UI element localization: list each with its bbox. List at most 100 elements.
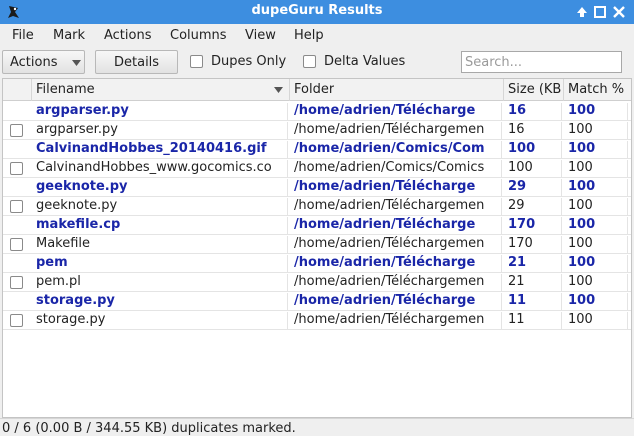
cell-size: 11 (508, 293, 562, 311)
maximize-icon[interactable] (592, 4, 608, 20)
cell-size: 16 (508, 103, 562, 121)
cell-size: 21 (508, 255, 562, 273)
chevron-down-icon (72, 60, 81, 66)
cell-folder: /home/adrien/Comics/Comics (294, 160, 502, 178)
table-row[interactable]: Makefile/home/adrien/Téléchargemen 170 100 (3, 235, 631, 254)
cell-size: 170 (508, 217, 562, 235)
table-row-reference[interactable]: argparser.py/home/adrien/Télécharge 16 100 (3, 102, 631, 121)
column-header-size[interactable]: Size (KB (504, 79, 564, 101)
details-button-label: Details (114, 55, 160, 70)
window-title: dupeGuru Results (251, 3, 383, 18)
cell-filename: makefile.cp (36, 217, 288, 235)
column-header-mark[interactable] (3, 79, 32, 101)
column-header-size-label: Size (KB (508, 82, 562, 97)
toolbar: Actions Details Dupes Only Delta Values (0, 48, 634, 78)
cell-folder: /home/adrien/Télécharge (294, 255, 502, 273)
sort-descending-icon (274, 87, 283, 93)
cell-folder: /home/adrien/Télécharge (294, 293, 502, 311)
cell-filename: geeknote.py (36, 179, 288, 197)
status-text: 0 / 6 (0.00 B / 344.55 KB) duplicates ma… (2, 421, 296, 436)
cell-folder: /home/adrien/Télécharge (294, 103, 502, 121)
status-bar: 0 / 6 (0.00 B / 344.55 KB) duplicates ma… (0, 418, 634, 436)
column-header-folder[interactable]: Folder (290, 79, 504, 101)
column-header-folder-label: Folder (294, 82, 335, 97)
menu-bar: File Mark Actions Columns View Help (0, 24, 634, 48)
column-header-match[interactable]: Match % (564, 79, 631, 101)
column-header-filename[interactable]: Filename (32, 79, 290, 101)
table-row[interactable]: geeknote.py/home/adrien/Téléchargemen 29 1… (3, 197, 631, 216)
cell-filename: Makefile (36, 236, 288, 254)
menu-view[interactable]: View (245, 28, 276, 43)
dupes-only-checkbox[interactable] (190, 55, 203, 68)
cell-size: 100 (508, 160, 562, 178)
cell-folder: /home/adrien/Téléchargemen (294, 198, 502, 216)
delta-values-checkbox[interactable] (303, 55, 316, 68)
cell-size: 100 (508, 141, 562, 159)
menu-help[interactable]: Help (294, 28, 324, 43)
actions-dropdown-label: Actions (10, 55, 58, 70)
cell-match: 100 (568, 141, 628, 159)
row-mark-checkbox[interactable] (10, 162, 23, 175)
cell-folder: /home/adrien/Télécharge (294, 179, 502, 197)
cell-match: 100 (568, 255, 628, 273)
cell-filename: pem (36, 255, 288, 273)
cell-size: 29 (508, 179, 562, 197)
cell-size: 11 (508, 312, 562, 330)
table-row[interactable]: argparser.py/home/adrien/Téléchargemen 16… (3, 121, 631, 140)
row-mark-checkbox[interactable] (10, 124, 23, 137)
cell-filename: geeknote.py (36, 198, 288, 216)
cell-match: 100 (568, 103, 628, 121)
cell-folder: /home/adrien/Téléchargemen (294, 236, 502, 254)
delta-values-label: Delta Values (324, 54, 406, 69)
cell-match: 100 (568, 160, 628, 178)
cell-match: 100 (568, 236, 628, 254)
cell-folder: /home/adrien/Téléchargemen (294, 312, 502, 330)
cell-folder: /home/adrien/Téléchargemen (294, 274, 502, 292)
table-row-reference[interactable]: storage.py/home/adrien/Télécharge 11 100 (3, 292, 631, 311)
column-header-filename-label: Filename (36, 82, 95, 97)
results-table: Filename Folder Size (KB Match % argpars… (2, 78, 632, 418)
table-row[interactable]: pem.pl/home/adrien/Téléchargemen 21 100 (3, 273, 631, 292)
menu-actions[interactable]: Actions (104, 28, 152, 43)
close-icon[interactable] (611, 4, 627, 20)
row-mark-checkbox[interactable] (10, 200, 23, 213)
cell-filename: argparser.py (36, 103, 288, 121)
table-row[interactable]: storage.py/home/adrien/Téléchargemen 11 10… (3, 311, 631, 330)
cell-size: 21 (508, 274, 562, 292)
table-row[interactable]: CalvinandHobbes_www.gocomics.co/home/adr… (3, 159, 631, 178)
table-row-reference[interactable]: geeknote.py/home/adrien/Télécharge 29 100 (3, 178, 631, 197)
cell-filename: storage.py (36, 312, 288, 330)
table-header: Filename Folder Size (KB Match % (3, 79, 631, 101)
cell-match: 100 (568, 312, 628, 330)
cell-match: 100 (568, 179, 628, 197)
menu-columns[interactable]: Columns (170, 28, 227, 43)
cell-filename: storage.py (36, 293, 288, 311)
table-row-reference[interactable]: CalvinandHobbes_20140416.gif/home/adrien… (3, 140, 631, 159)
menu-file[interactable]: File (12, 28, 34, 43)
row-mark-checkbox[interactable] (10, 276, 23, 289)
cell-match: 100 (568, 274, 628, 292)
row-mark-checkbox[interactable] (10, 238, 23, 251)
cell-match: 100 (568, 217, 628, 235)
actions-dropdown[interactable]: Actions (2, 50, 85, 74)
cell-match: 100 (568, 122, 628, 140)
dupes-only-label: Dupes Only (211, 54, 287, 69)
details-button[interactable]: Details (95, 50, 178, 74)
menu-mark[interactable]: Mark (53, 28, 85, 43)
cell-folder: /home/adrien/Comics/Com (294, 141, 502, 159)
cell-size: 16 (508, 122, 562, 140)
cell-filename: CalvinandHobbes_20140416.gif (36, 141, 288, 159)
table-row-reference[interactable]: makefile.cp/home/adrien/Télécharge 170 100 (3, 216, 631, 235)
search-input[interactable] (461, 51, 622, 73)
table-row-reference[interactable]: pem/home/adrien/Télécharge 21 100 (3, 254, 631, 273)
cell-match: 100 (568, 293, 628, 311)
column-header-match-label: Match % (568, 82, 625, 97)
cell-folder: /home/adrien/Télécharge (294, 217, 502, 235)
cell-folder: /home/adrien/Téléchargemen (294, 122, 502, 140)
cell-match: 100 (568, 198, 628, 216)
keep-above-icon[interactable] (574, 4, 590, 20)
cell-filename: pem.pl (36, 274, 288, 292)
title-bar: dupeGuru Results (0, 0, 634, 24)
cell-filename: CalvinandHobbes_www.gocomics.co (36, 160, 288, 178)
row-mark-checkbox[interactable] (10, 314, 23, 327)
